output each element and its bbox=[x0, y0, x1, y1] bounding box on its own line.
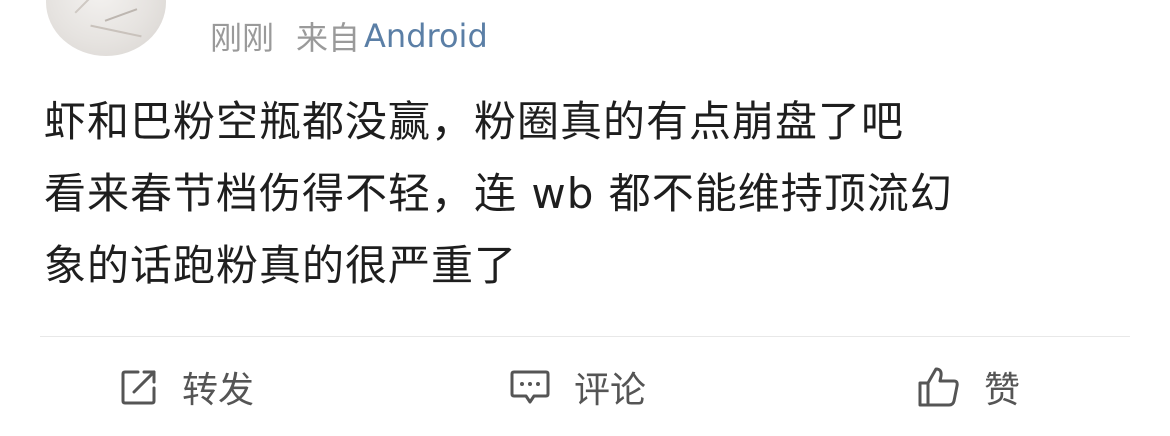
share-edit-icon bbox=[121, 370, 156, 405]
post-content-line: 象的话跑粉真的很严重了 bbox=[44, 241, 518, 290]
source-link[interactable]: Android bbox=[364, 17, 488, 55]
weibo-post: 刚刚 来自 Android 虾和巴粉空瓶都没赢，粉圈真的有点崩盘了吧 看来春节档… bbox=[0, 0, 1170, 436]
source-prefix: 来自 bbox=[296, 19, 361, 57]
like-label: 赞 bbox=[984, 370, 1021, 411]
repost-button[interactable]: 转发 bbox=[118, 361, 254, 413]
avatar-detail bbox=[104, 8, 138, 22]
repost-label: 转发 bbox=[182, 370, 255, 411]
like-button[interactable]: 赞 bbox=[916, 361, 1020, 413]
action-bar: 转发 评论 赞 bbox=[0, 337, 1170, 436]
thumbs-up-icon bbox=[918, 367, 959, 407]
comment-button[interactable]: 评论 bbox=[508, 361, 646, 413]
comment-label: 评论 bbox=[574, 370, 647, 411]
avatar-detail bbox=[90, 24, 142, 38]
comment-icon bbox=[510, 370, 550, 404]
post-content-line: 看来春节档伤得不轻，连 wb 都不能维持顶流幻 bbox=[44, 169, 953, 218]
post-meta: 刚刚 来自 Android bbox=[210, 14, 488, 58]
avatar-detail bbox=[74, 0, 92, 14]
post-content-line: 虾和巴粉空瓶都没赢，粉圈真的有点崩盘了吧 bbox=[44, 97, 905, 146]
post-content[interactable]: 虾和巴粉空瓶都没赢，粉圈真的有点崩盘了吧 看来春节档伤得不轻，连 wb 都不能维… bbox=[44, 86, 1134, 302]
post-time: 刚刚 bbox=[210, 19, 275, 57]
avatar[interactable] bbox=[46, 0, 166, 56]
